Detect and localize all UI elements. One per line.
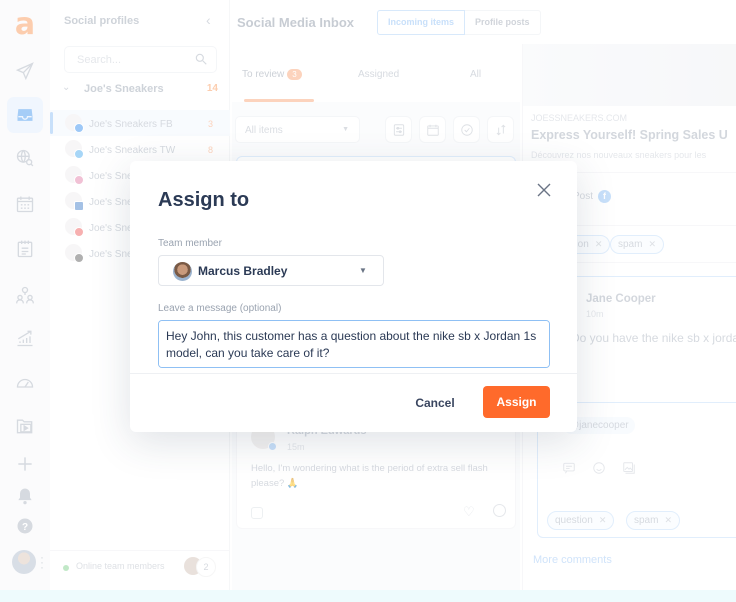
message-label: Leave a message (optional)	[158, 303, 282, 314]
cancel-button[interactable]: Cancel	[400, 387, 470, 419]
assign-button[interactable]: Assign	[483, 386, 550, 418]
team-member-select[interactable]: Marcus Bradley ▼	[158, 255, 384, 286]
dropdown-arrow-icon: ▼	[359, 266, 367, 275]
dialog-divider	[130, 373, 577, 374]
team-member-value: Marcus Bradley	[198, 264, 288, 278]
app-window: a ? · · · Social profiles ‹ Search... ⌄ …	[0, 0, 736, 590]
dialog-title: Assign to	[158, 189, 250, 211]
team-member-label: Team member	[158, 238, 222, 249]
assign-dialog: Assign to Team member Marcus Bradley ▼ L…	[130, 161, 577, 432]
team-member-avatar	[173, 262, 192, 281]
close-icon[interactable]	[537, 183, 553, 199]
message-textarea[interactable]: Hey John, this customer has a question a…	[158, 320, 550, 368]
